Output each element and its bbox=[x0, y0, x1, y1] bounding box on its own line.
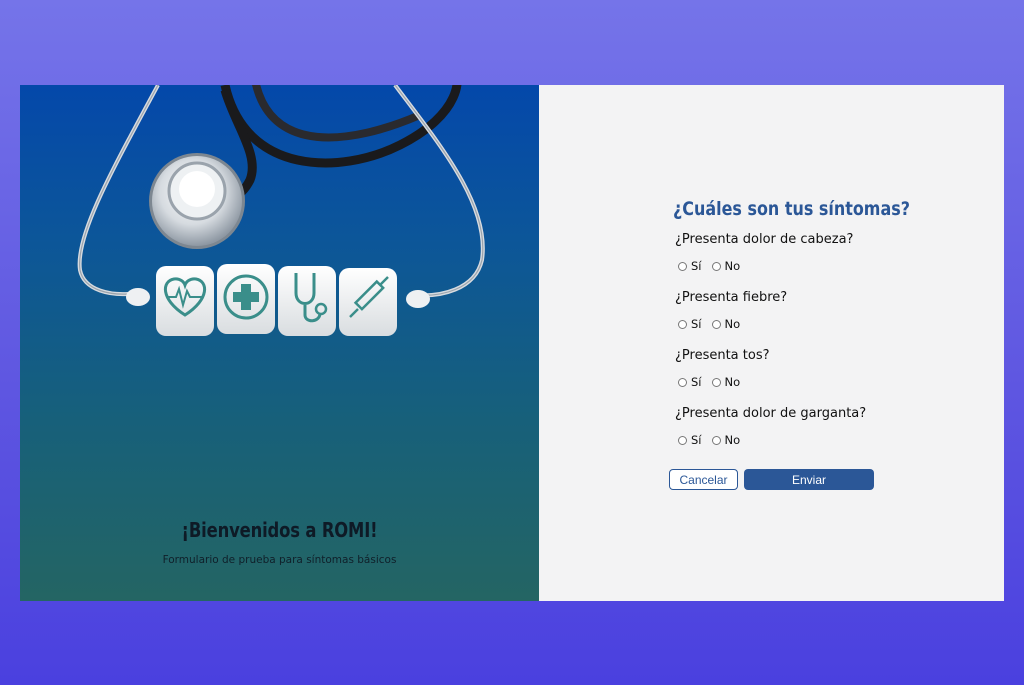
radio-button-no[interactable] bbox=[711, 319, 721, 329]
main-card: ¡Bienvenidos a ROMI! Formulario de prueb… bbox=[20, 85, 1004, 601]
option-yes-label[interactable]: Sí bbox=[691, 317, 702, 331]
symptoms-form: ¿Cuáles son tus síntomas? ¿Presenta dolo… bbox=[669, 198, 910, 490]
radio-group: Sí No bbox=[678, 433, 909, 447]
option-yes[interactable]: Sí bbox=[678, 433, 702, 447]
radio-button-yes[interactable] bbox=[678, 435, 687, 445]
option-no[interactable]: No bbox=[711, 259, 741, 273]
option-no-label[interactable]: No bbox=[725, 433, 741, 447]
stethoscope-icon bbox=[278, 266, 336, 336]
question-headache: ¿Presenta dolor de cabeza? Sí No bbox=[669, 232, 909, 273]
option-yes-label[interactable]: Sí bbox=[691, 433, 702, 447]
question-sore-throat: ¿Presenta dolor de garganta? Sí No bbox=[669, 406, 909, 447]
welcome-panel: ¡Bienvenidos a ROMI! Formulario de prueb… bbox=[20, 85, 539, 601]
question-label: ¿Presenta tos? bbox=[675, 348, 770, 363]
option-no[interactable]: No bbox=[711, 375, 741, 389]
option-yes[interactable]: Sí bbox=[678, 317, 702, 331]
option-no[interactable]: No bbox=[711, 317, 741, 331]
form-panel: ¿Cuáles son tus síntomas? ¿Presenta dolo… bbox=[539, 85, 1004, 601]
question-label: ¿Presenta dolor de cabeza? bbox=[675, 232, 854, 247]
heart-pulse-icon bbox=[156, 266, 214, 336]
radio-button-yes[interactable] bbox=[678, 377, 687, 387]
option-no-label[interactable]: No bbox=[725, 259, 741, 273]
question-fever: ¿Presenta fiebre? Sí No bbox=[669, 290, 909, 331]
radio-button-no[interactable] bbox=[711, 435, 721, 445]
option-yes[interactable]: Sí bbox=[678, 375, 702, 389]
medical-cross-icon bbox=[217, 264, 275, 334]
radio-button-yes[interactable] bbox=[678, 319, 687, 329]
welcome-subtitle: Formulario de prueba para síntomas básic… bbox=[162, 554, 397, 566]
radio-group: Sí No bbox=[678, 317, 909, 331]
syringe-icon bbox=[339, 268, 397, 336]
submit-button[interactable]: Enviar bbox=[744, 469, 874, 490]
cancel-button[interactable]: Cancelar bbox=[669, 469, 738, 490]
option-yes-label[interactable]: Sí bbox=[691, 375, 702, 389]
option-no-label[interactable]: No bbox=[725, 375, 741, 389]
question-cough: ¿Presenta tos? Sí No bbox=[669, 348, 909, 389]
option-no-label[interactable]: No bbox=[725, 317, 741, 331]
radio-group: Sí No bbox=[678, 375, 909, 389]
form-actions: Cancelar Enviar bbox=[669, 469, 909, 490]
radio-button-yes[interactable] bbox=[678, 261, 687, 271]
welcome-title: ¡Bienvenidos a ROMI! bbox=[181, 518, 378, 542]
question-label: ¿Presenta fiebre? bbox=[675, 290, 788, 305]
stethoscope-illustration bbox=[77, 85, 485, 336]
radio-button-no[interactable] bbox=[711, 261, 721, 271]
option-yes-label[interactable]: Sí bbox=[691, 259, 702, 273]
radio-button-no[interactable] bbox=[711, 377, 721, 387]
radio-group: Sí No bbox=[678, 259, 909, 273]
question-label: ¿Presenta dolor de garganta? bbox=[675, 406, 867, 421]
option-no[interactable]: No bbox=[711, 433, 741, 447]
form-title: ¿Cuáles son tus síntomas? bbox=[673, 198, 910, 220]
option-yes[interactable]: Sí bbox=[678, 259, 702, 273]
